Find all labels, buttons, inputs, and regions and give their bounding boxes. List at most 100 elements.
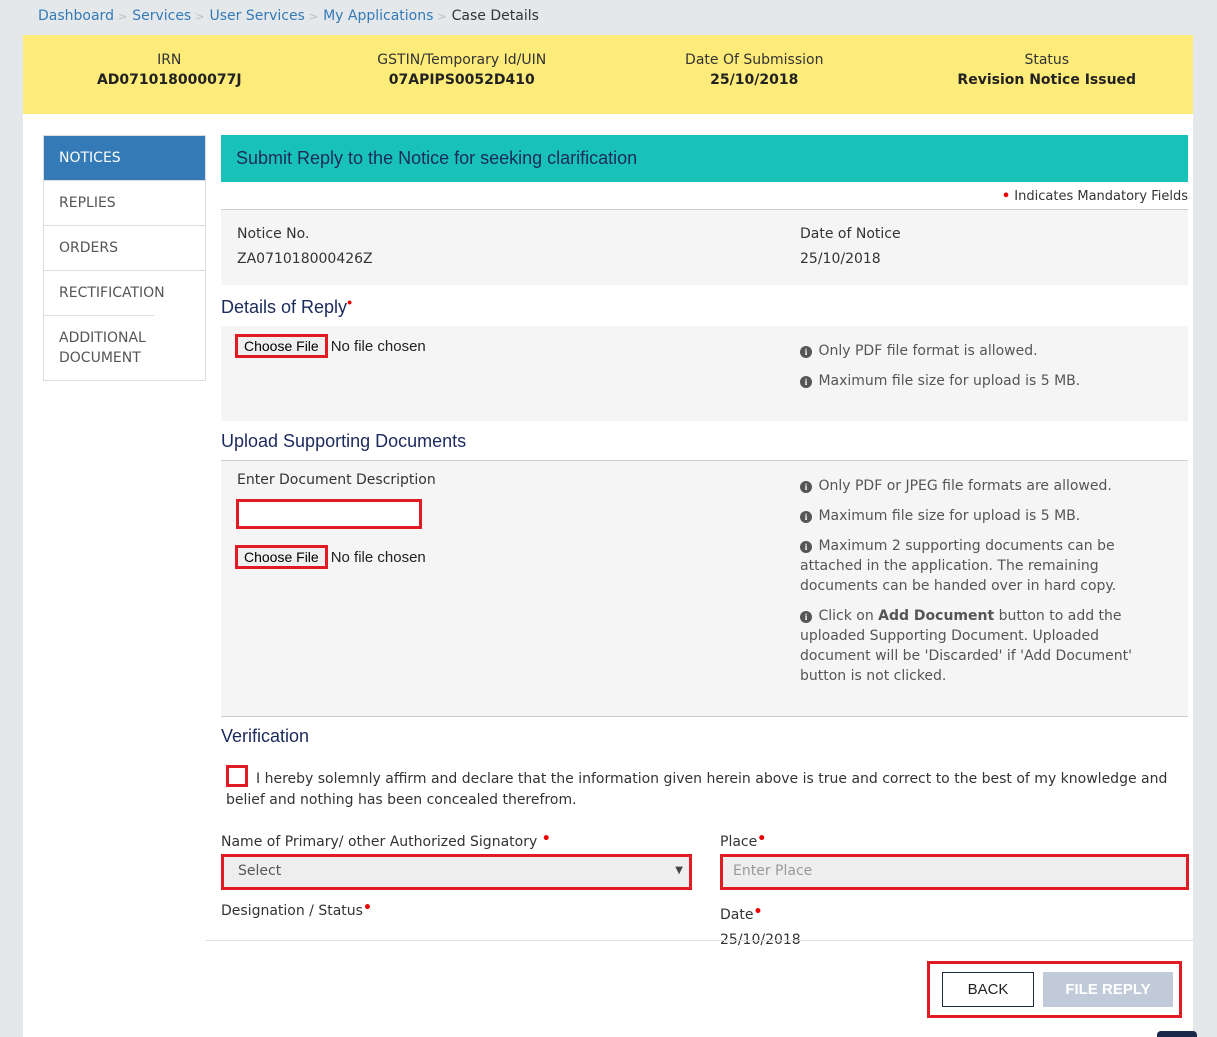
notice-date-value: 25/10/2018 — [800, 251, 881, 267]
info-text: Only PDF file format is allowed. — [818, 343, 1038, 359]
declaration-text: I hereby solemnly affirm and declare tha… — [226, 771, 1168, 808]
declaration: I hereby solemnly affirm and declare tha… — [221, 765, 1188, 811]
info-item: i Maximum file size for upload is 5 MB. — [800, 371, 1140, 391]
details-of-reply-box: Choose File No file chosen i Only PDF fil… — [221, 326, 1188, 421]
supporting-choose-file-button[interactable]: Choose File — [235, 545, 328, 569]
submission-date-value: 25/10/2018 — [710, 72, 799, 88]
signatory-form: Name of Primary/ other Authorized Signat… — [221, 811, 1189, 948]
irn-field: IRN AD071018000077J — [23, 35, 316, 114]
supporting-file-status: No file chosen — [330, 549, 426, 566]
notice-no-value: ZA071018000426Z — [237, 251, 373, 267]
breadcrumb-user-services[interactable]: User Services — [209, 8, 304, 24]
place-label-text: Place — [720, 834, 758, 850]
info-text: Maximum file size for upload is 5 MB. — [818, 508, 1081, 524]
info-icon: i — [800, 511, 812, 523]
chevron-right-icon: > — [195, 9, 205, 23]
info-item: i Click on Add Document button to add th… — [800, 606, 1140, 686]
required-dot-icon: • — [362, 900, 372, 916]
mandatory-note-text: Indicates Mandatory Fields — [1014, 189, 1188, 204]
info-text: Maximum file size for upload is 5 MB. — [818, 373, 1081, 389]
notice-no-field: Notice No. ZA071018000426Z — [237, 222, 373, 272]
irn-label: IRN — [157, 52, 182, 68]
chevron-right-icon: > — [117, 9, 128, 23]
sidebar-item-orders[interactable]: ORDERS — [44, 225, 205, 270]
designation-label: Designation / Status• — [221, 900, 372, 919]
submission-date-label: Date Of Submission — [685, 52, 824, 68]
reply-choose-file-button[interactable]: Choose File — [235, 334, 328, 358]
breadcrumb-dashboard[interactable]: Dashboard — [38, 8, 114, 24]
status-value: Revision Notice Issued — [957, 72, 1137, 88]
notice-info: Notice No. ZA071018000426Z Date of Notic… — [221, 210, 1188, 285]
supporting-file-input: Choose File No file chosen — [235, 545, 426, 569]
declaration-checkbox[interactable] — [226, 765, 248, 787]
back-button[interactable]: BACK — [942, 972, 1034, 1007]
mandatory-note: • Indicates Mandatory Fields — [221, 182, 1188, 210]
date-field: Date• 25/10/2018 — [720, 900, 801, 953]
case-summary-banner: IRN AD071018000077J GSTIN/Temporary Id/U… — [23, 35, 1193, 114]
date-label: Date — [720, 907, 754, 923]
sidebar-item-notices[interactable]: NOTICES — [44, 136, 205, 180]
info-item: i Only PDF file format is allowed. — [800, 341, 1140, 361]
reply-info-list: i Only PDF file format is allowed. i Max… — [800, 341, 1140, 401]
sidebar-item-additional-document[interactable]: ADDITIONAL DOCUMENT — [44, 315, 154, 380]
dropdown-arrow-icon: ▼ — [675, 865, 683, 876]
case-panel: NOTICES REPLIES ORDERS RECTIFICATION ADD… — [23, 114, 1193, 1037]
sidebar-item-replies[interactable]: REPLIES — [44, 180, 205, 225]
signatory-selected-value: Select — [238, 863, 282, 879]
signatory-label-text: Name of Primary/ other Authorized Signat… — [221, 834, 538, 850]
reply-file-status: No file chosen — [330, 338, 426, 355]
notice-no-label: Notice No. — [237, 226, 310, 242]
gstin-field: GSTIN/Temporary Id/UIN 07APIPS0052D410 — [316, 35, 609, 114]
main-content: Submit Reply to the Notice for seeking c… — [221, 135, 1189, 948]
document-description-input[interactable] — [236, 499, 422, 529]
notice-date-label: Date of Notice — [800, 226, 901, 242]
info-item: i Maximum 2 supporting documents can be … — [800, 536, 1140, 596]
upload-supporting-title: Upload Supporting Documents — [221, 421, 1188, 461]
verification-title: Verification — [221, 726, 310, 746]
notice-date-field: Date of Notice 25/10/2018 — [800, 222, 901, 272]
action-buttons: BACK FILE REPLY — [927, 961, 1182, 1018]
required-dot-icon: • — [753, 904, 763, 920]
divider — [206, 940, 1193, 941]
info-text-bold: Add Document — [878, 608, 995, 624]
required-dot-icon: • — [541, 831, 551, 847]
sidebar-nav: NOTICES REPLIES ORDERS RECTIFICATION ADD… — [43, 135, 206, 381]
chevron-right-icon: > — [308, 9, 319, 23]
upload-info-list: i Only PDF or JPEG file formats are allo… — [800, 476, 1140, 696]
breadcrumb-services[interactable]: Services — [132, 8, 191, 24]
info-item: i Only PDF or JPEG file formats are allo… — [800, 476, 1140, 496]
info-item: i Maximum file size for upload is 5 MB. — [800, 506, 1140, 526]
info-icon: i — [800, 481, 812, 493]
required-dot-icon: • — [347, 294, 352, 310]
required-dot-icon: • — [757, 831, 767, 847]
breadcrumb-current: Case Details — [451, 8, 539, 24]
signatory-select[interactable]: Select ▼ — [221, 854, 692, 890]
required-dot-icon: • — [1001, 189, 1011, 204]
scroll-to-top-button[interactable] — [1157, 1031, 1197, 1037]
place-placeholder: Enter Place — [733, 863, 813, 879]
info-icon: i — [800, 376, 812, 388]
breadcrumb-my-applications[interactable]: My Applications — [323, 8, 433, 24]
info-text: Click on — [818, 608, 879, 624]
gstin-label: GSTIN/Temporary Id/UIN — [377, 52, 547, 68]
page-title: Submit Reply to the Notice for seeking c… — [221, 135, 1188, 182]
info-icon: i — [800, 541, 812, 553]
details-of-reply-label: Details of Reply — [221, 297, 348, 317]
file-reply-button: FILE REPLY — [1043, 972, 1173, 1007]
status-field: Status Revision Notice Issued — [901, 35, 1194, 114]
submission-date-field: Date Of Submission 25/10/2018 — [608, 35, 901, 114]
status-label: Status — [1024, 52, 1070, 68]
irn-value: AD071018000077J — [96, 72, 242, 88]
details-of-reply-title: Details of Reply• — [221, 285, 1188, 326]
signatory-label: Name of Primary/ other Authorized Signat… — [221, 831, 551, 850]
upload-supporting-box: Enter Document Description Choose File No… — [221, 461, 1188, 716]
info-icon: i — [800, 611, 812, 623]
place-input[interactable]: Enter Place — [720, 854, 1189, 890]
reply-file-input: Choose File No file chosen — [235, 334, 426, 358]
info-icon: i — [800, 346, 812, 358]
info-text: Only PDF or JPEG file formats are allowe… — [818, 478, 1112, 494]
designation-label-text: Designation / Status — [221, 903, 363, 919]
sidebar-item-rectification[interactable]: RECTIFICATION — [44, 270, 205, 315]
info-text: Maximum 2 supporting documents can be at… — [800, 538, 1117, 594]
gstin-value: 07APIPS0052D410 — [388, 72, 535, 88]
